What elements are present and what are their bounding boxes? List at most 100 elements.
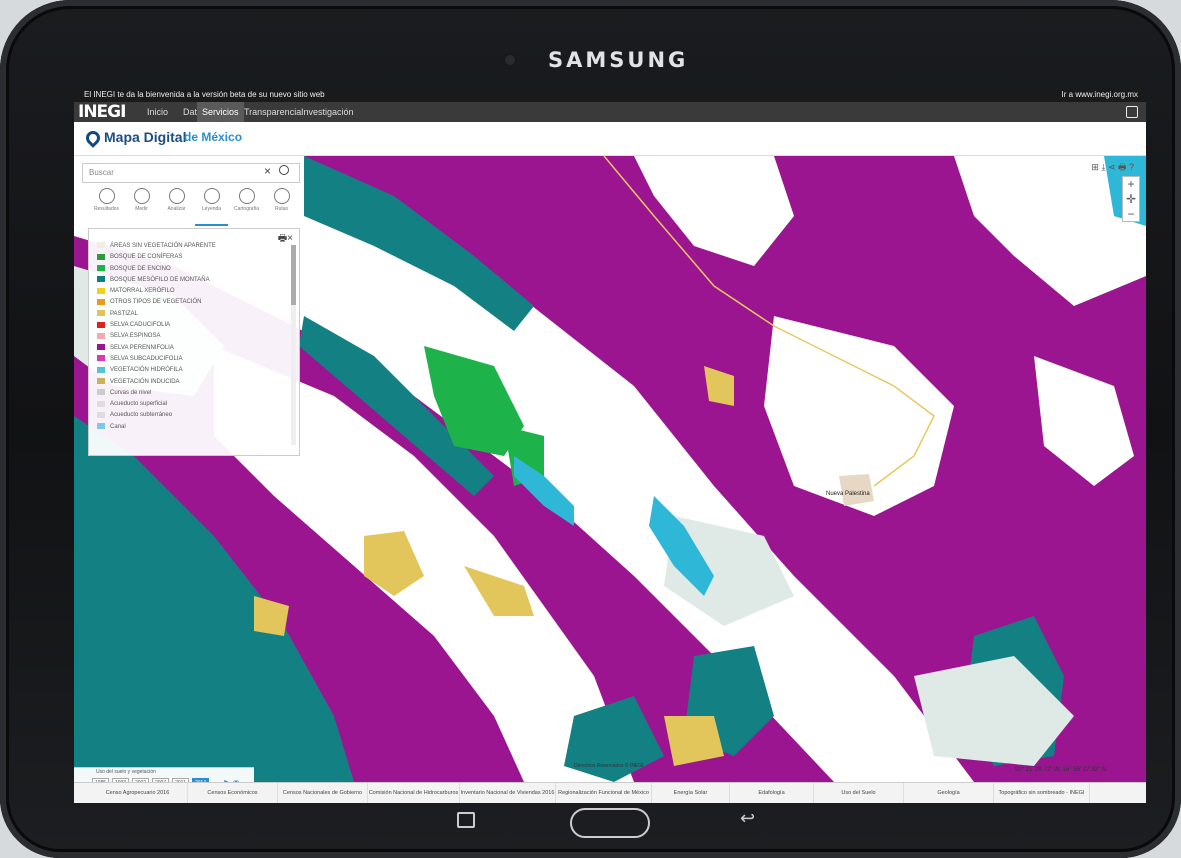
tool-analyze[interactable]: Analizar	[160, 186, 193, 226]
legend-label: SELVA ESPINOSA	[110, 333, 161, 340]
legend-swatch	[97, 287, 105, 294]
layer-item[interactable]: Topográfico sin sombreado - INEGI	[994, 783, 1090, 803]
map-tools[interactable]: ⊞ ⤓ ⋖ 🖶 ?	[1091, 160, 1134, 176]
inegi-logo[interactable]: INEGI	[78, 102, 126, 122]
legend-item: SELVA PERENNIFOLIA	[97, 343, 287, 354]
tool-panel: Resultados Medir Analizar Leyenda Cartog…	[88, 186, 300, 228]
layer-item[interactable]: Censos Económicos	[188, 783, 278, 803]
legend-item: BOSQUE DE CONÍFERAS	[97, 252, 287, 263]
legend-item: MATORRAL XERÓFILO	[97, 286, 287, 297]
legend-item: Acueducto superficial	[97, 399, 287, 410]
coordinate-readout: 91° 21' 29.72" W, 16° 56' 27.33" N	[1014, 767, 1106, 773]
search-icon[interactable]	[279, 165, 289, 175]
legend-label: ÁREAS SIN VEGETACIÓN APARENTE	[110, 243, 216, 249]
layer-item[interactable]: Comisión Nacional de Hidrocarburos	[368, 783, 460, 803]
legend-swatch	[97, 355, 105, 362]
tool-measure[interactable]: Medir	[125, 186, 158, 226]
layer-item[interactable]: Censos Nacionales de Gobierno	[278, 783, 368, 803]
legend-label: Curvas de nivel	[110, 389, 152, 396]
welcome-bar: El INEGI te da la bienvenida a la versió…	[74, 88, 1146, 102]
main-nav: INEGI Inicio Datos Servicios Transparenc…	[74, 102, 1146, 122]
nav-item-inicio[interactable]: Inicio	[142, 102, 173, 122]
route-icon	[273, 188, 290, 204]
legend-swatch	[97, 242, 105, 249]
legend-panel: 🖶× ÁREAS SIN VEGETACIÓN APARENTE BOSQUE D…	[88, 228, 300, 456]
legend-swatch	[97, 298, 105, 305]
layer-item[interactable]: Regionalización Funcional de México	[556, 783, 652, 803]
zoom-control[interactable]: + ✛ −	[1122, 176, 1140, 222]
tool-legend[interactable]: Leyenda	[195, 186, 228, 226]
tool-results[interactable]: Resultados	[90, 186, 123, 226]
tool-label: Medir	[135, 206, 148, 212]
legend-item: SELVA CADUCIFOLIA	[97, 320, 287, 331]
legend-swatch	[97, 332, 105, 339]
legend-icon	[203, 188, 220, 204]
legend-swatch	[97, 366, 105, 373]
app-subtitle: de México	[184, 130, 243, 144]
layer-bar: Censo Agropecuario 2016 Censos Económicos…	[74, 782, 1146, 803]
analyze-icon	[168, 188, 185, 204]
timeline-title: Uso del suelo y vegetación	[96, 769, 156, 775]
app-title: Mapa Digital	[104, 129, 187, 145]
tool-routes[interactable]: Rutas	[265, 186, 298, 226]
legend-swatch	[97, 310, 105, 317]
legend-label: Acueducto subterráneo	[110, 412, 173, 419]
place-label: Nueva Palestina	[826, 491, 870, 497]
tool-label: Leyenda	[201, 206, 222, 212]
app-header: Mapa Digital de México	[74, 122, 1146, 156]
legend-swatch	[97, 265, 105, 272]
legend-label: SELVA SUBCADUCIFOLIA	[110, 355, 183, 362]
map-canvas[interactable]: Buscar × Resultados Medir Analizar Leyen…	[74, 156, 1146, 791]
legend-item: VEGETACIÓN HIDRÓFILA	[97, 365, 287, 376]
recent-apps-button[interactable]	[457, 812, 475, 828]
tool-cartography[interactable]: Cartografía	[230, 186, 263, 226]
tool-label: Cartografía	[233, 206, 259, 212]
layer-item[interactable]: Uso del Suelo	[814, 783, 904, 803]
legend-swatch	[97, 321, 105, 328]
tool-label: Resultados	[93, 206, 119, 212]
layer-item[interactable]: Energía Solar	[652, 783, 730, 803]
legend-label: MATORRAL XERÓFILO	[110, 288, 175, 295]
legend-swatch	[97, 411, 105, 418]
legend-label: BOSQUE DE CONÍFERAS	[110, 254, 183, 261]
legend-item: ÁREAS SIN VEGETACIÓN APARENTE	[97, 241, 287, 252]
legend-swatch	[97, 389, 105, 396]
legend-label: SELVA PERENNIFOLIA	[110, 344, 174, 351]
map-credits: Derechos Reservados © INEGI	[574, 763, 644, 769]
legend-swatch	[97, 276, 105, 283]
layer-item[interactable]: Censo Agropecuario 2016	[88, 783, 188, 803]
legend-item: Canal	[97, 422, 287, 433]
legend-item: SELVA SUBCADUCIFOLIA	[97, 354, 287, 365]
inegi-link[interactable]: Ir a www.inegi.org.mx	[1062, 88, 1138, 102]
legend-item: BOSQUE MESÓFILO DE MONTAÑA	[97, 275, 287, 286]
edit-icon[interactable]	[1126, 106, 1138, 118]
tool-label: Analizar	[167, 206, 186, 212]
legend-label: VEGETACIÓN HIDRÓFILA	[110, 367, 183, 374]
layer-item[interactable]: Edafología	[730, 783, 814, 803]
legend-item: BOSQUE DE ENCINO	[97, 264, 287, 275]
legend-item: SELVA ESPINOSA	[97, 331, 287, 342]
legend-label: PASTIZAL	[110, 310, 138, 317]
legend-label: OTROS TIPOS DE VEGETACIÓN	[110, 299, 202, 306]
globe-icon	[238, 188, 255, 204]
close-icon[interactable]: ×	[264, 164, 271, 178]
legend-swatch	[97, 253, 105, 260]
nav-item-servicios[interactable]: Servicios	[197, 102, 244, 122]
legend-list: ÁREAS SIN VEGETACIÓN APARENTE BOSQUE DE C…	[97, 241, 287, 433]
back-button[interactable]: ↩	[740, 808, 755, 829]
legend-item: Curvas de nivel	[97, 388, 287, 399]
nav-item-investigacion[interactable]: Investigación	[296, 102, 359, 122]
legend-item: PASTIZAL	[97, 309, 287, 320]
camera-lens	[505, 55, 515, 65]
device-brand: SAMSUNG	[548, 48, 689, 72]
legend-item: Acueducto subterráneo	[97, 410, 287, 421]
legend-label: Acueducto superficial	[110, 401, 168, 408]
legend-item: OTROS TIPOS DE VEGETACIÓN	[97, 297, 287, 308]
layer-item[interactable]: Inventario Nacional de Viviendas 2016	[460, 783, 556, 803]
legend-label: BOSQUE MESÓFILO DE MONTAÑA	[110, 276, 210, 283]
tablet-frame: SAMSUNG El INEGI te da la bienvenida a l…	[0, 0, 1181, 858]
legend-label: SELVA CADUCIFOLIA	[110, 322, 171, 329]
legend-scrollbar[interactable]	[291, 245, 296, 445]
layer-item[interactable]: Geología	[904, 783, 994, 803]
home-button[interactable]	[570, 808, 650, 838]
